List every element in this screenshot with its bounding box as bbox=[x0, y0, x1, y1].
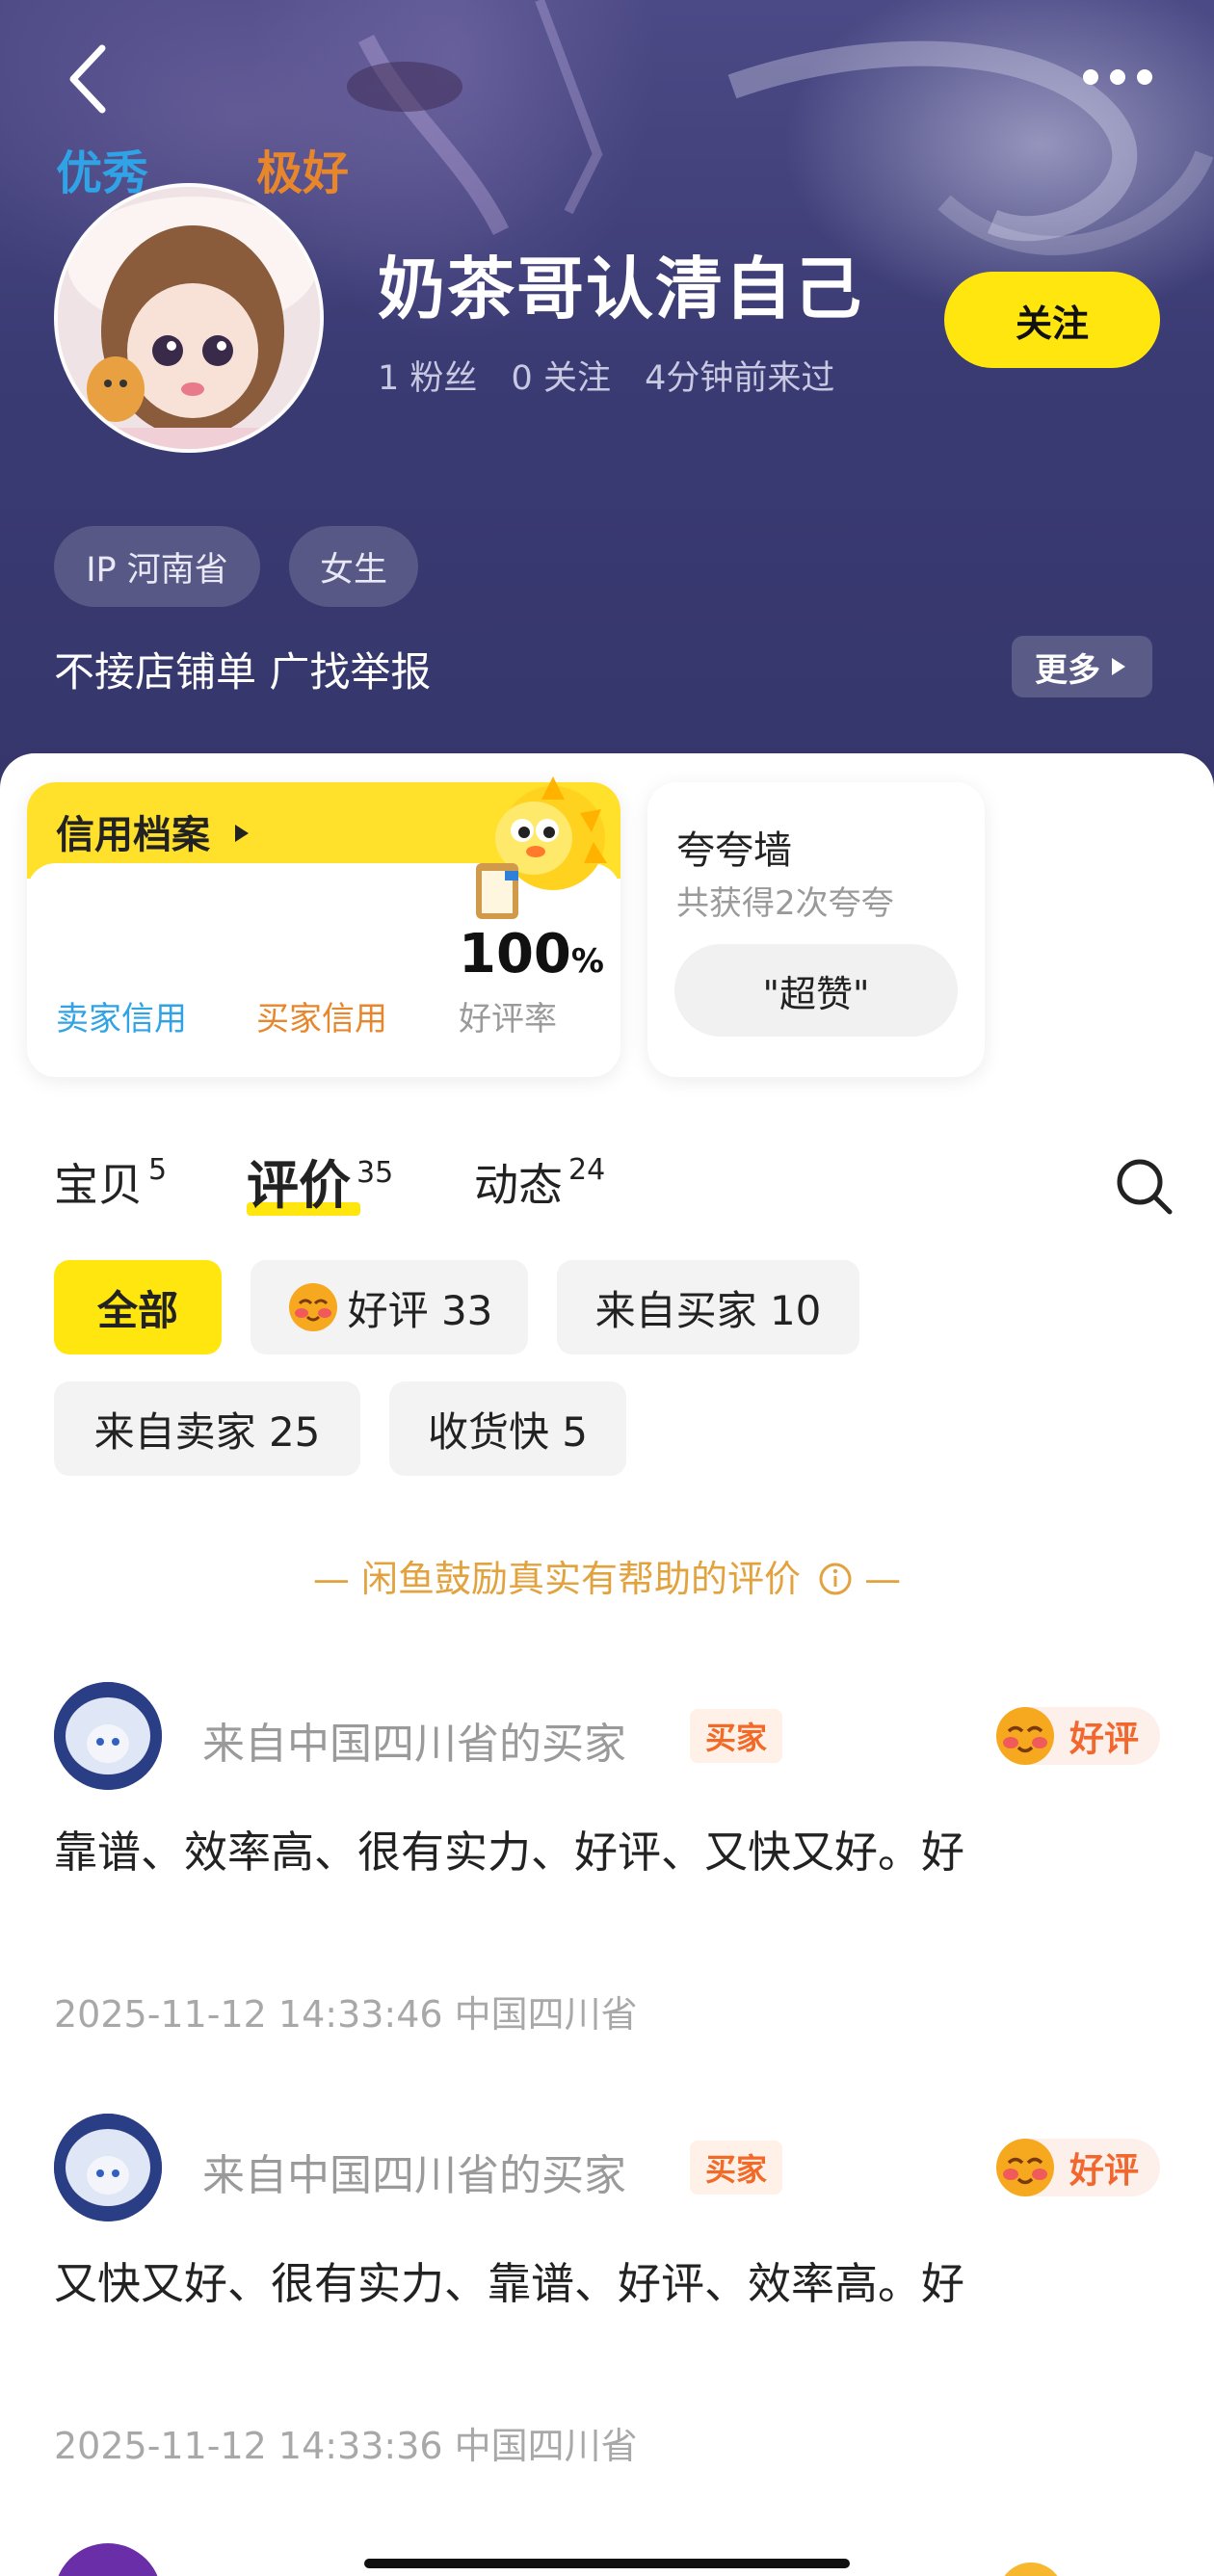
user-stats: 1 粉丝 0 关注 4分钟前来过 bbox=[378, 351, 858, 400]
tab-posts-count: 24 bbox=[568, 1153, 606, 1187]
reviewer-name: 来自中国四川省的买家 bbox=[202, 2151, 626, 2200]
reviewer-avatar-art bbox=[54, 1682, 162, 1790]
reviewer-name: 来自中国四川省的买家 bbox=[202, 1720, 626, 1769]
tab-items-label: 宝贝 bbox=[54, 1159, 143, 1211]
filter-from-buyer[interactable]: 来自买家 10 bbox=[557, 1260, 859, 1354]
rating-label: 好评 bbox=[1069, 1720, 1139, 1759]
bio-more-button[interactable]: 更多 bbox=[1012, 636, 1152, 697]
positive-rate-label: 好评率 bbox=[459, 1000, 557, 1038]
review-meta: 2025-11-12 14:33:46 中国四川省 bbox=[54, 1993, 638, 2036]
review-notice[interactable]: — 闲鱼鼓励真实有帮助的评价 — bbox=[0, 1549, 1214, 1602]
reviewer-avatar[interactable] bbox=[54, 1682, 162, 1790]
praise-wall-card[interactable]: 夸夸墙 共获得2次夸夸 "超赞" bbox=[647, 782, 985, 1077]
filter-fast-delivery[interactable]: 收货快 5 bbox=[389, 1381, 626, 1476]
tab-reviews-count: 35 bbox=[356, 1156, 394, 1190]
praise-wall-title: 夸夸墙 bbox=[676, 828, 792, 873]
reviewer-avatar[interactable] bbox=[54, 2114, 162, 2221]
tab-items[interactable]: 宝贝 5 bbox=[54, 1150, 167, 1214]
info-icon bbox=[819, 1563, 852, 1595]
back-arrow-icon bbox=[69, 44, 106, 114]
reviewer-avatar-art bbox=[54, 2114, 162, 2221]
tab-reviews-label: 评价 bbox=[247, 1155, 351, 1216]
rating-badge: 好评 bbox=[996, 2139, 1160, 2196]
filter-good-label: 好评 33 bbox=[347, 1286, 493, 1334]
buyer-credit-label: 买家信用 bbox=[256, 1000, 387, 1038]
more-dot bbox=[1110, 69, 1125, 85]
rating-badge: 好评 bbox=[996, 1707, 1160, 1765]
tab-posts-label: 动态 bbox=[474, 1159, 563, 1211]
mascot-icon bbox=[476, 776, 607, 919]
home-indicator[interactable] bbox=[364, 2559, 850, 2568]
caret-right-icon bbox=[234, 825, 249, 842]
username: 奶茶哥认清自己 bbox=[378, 250, 863, 329]
more-dots-icon bbox=[1083, 69, 1098, 85]
review-meta: 2025-11-12 14:33:36 中国四川省 bbox=[54, 2425, 638, 2467]
filter-good[interactable]: 好评 33 bbox=[251, 1260, 528, 1354]
buyer-badge: 买家 bbox=[690, 2141, 782, 2195]
bio-more-label: 更多 bbox=[1035, 650, 1100, 690]
caret-right-icon bbox=[1112, 658, 1125, 675]
praise-wall-subtitle: 共获得2次夸夸 bbox=[676, 884, 894, 923]
gender-tag: 女生 bbox=[289, 526, 418, 607]
credit-title: 信用档案 bbox=[56, 813, 210, 857]
review-text: 靠谱、效率高、很有实力、好评、又快又好。好 bbox=[54, 1827, 965, 1878]
rating-label: 好评 bbox=[1069, 2151, 1139, 2191]
review-text: 又快又好、很有实力、靠谱、好评、效率高。好 bbox=[54, 2258, 965, 2309]
last-seen: 4分钟前来过 bbox=[645, 359, 835, 398]
blush-emoji-icon bbox=[288, 1283, 337, 1331]
notice-dash: — bbox=[864, 1558, 902, 1600]
back-button[interactable] bbox=[60, 40, 118, 118]
filter-all[interactable]: 全部 bbox=[54, 1260, 222, 1354]
seller-credit-label: 卖家信用 bbox=[56, 1000, 187, 1038]
user-avatar[interactable] bbox=[54, 183, 324, 453]
follow-button[interactable]: 关注 bbox=[944, 272, 1160, 368]
tab-items-count: 5 bbox=[148, 1153, 168, 1187]
praise-chip[interactable]: "超赞" bbox=[674, 944, 958, 1037]
review-notice-text: — 闲鱼鼓励真实有帮助的评价 bbox=[312, 1558, 801, 1600]
credit-title-row: 信用档案 bbox=[56, 803, 254, 859]
avatar-illustration bbox=[58, 187, 320, 449]
tab-posts[interactable]: 动态 24 bbox=[474, 1150, 605, 1214]
tab-reviews[interactable]: 评价 35 bbox=[247, 1143, 393, 1219]
buyer-badge: 买家 bbox=[690, 1709, 782, 1763]
blush-emoji-icon bbox=[996, 1707, 1054, 1765]
positive-rate-unit: % bbox=[570, 942, 604, 981]
seller-credit-value: 优秀 bbox=[56, 146, 149, 200]
user-bio: 不接店铺单 广找举报 bbox=[54, 648, 432, 696]
fans-count[interactable]: 1 粉丝 bbox=[378, 359, 477, 398]
ip-location-tag: IP 河南省 bbox=[54, 526, 260, 607]
filter-from-seller[interactable]: 来自卖家 25 bbox=[54, 1381, 360, 1476]
buyer-credit-value: 极好 bbox=[256, 146, 350, 200]
more-dot bbox=[1137, 69, 1152, 85]
blush-emoji-icon bbox=[996, 2139, 1054, 2196]
more-options-button[interactable] bbox=[1079, 58, 1156, 96]
search-icon[interactable] bbox=[1114, 1156, 1174, 1216]
following-count[interactable]: 0 关注 bbox=[512, 359, 611, 398]
